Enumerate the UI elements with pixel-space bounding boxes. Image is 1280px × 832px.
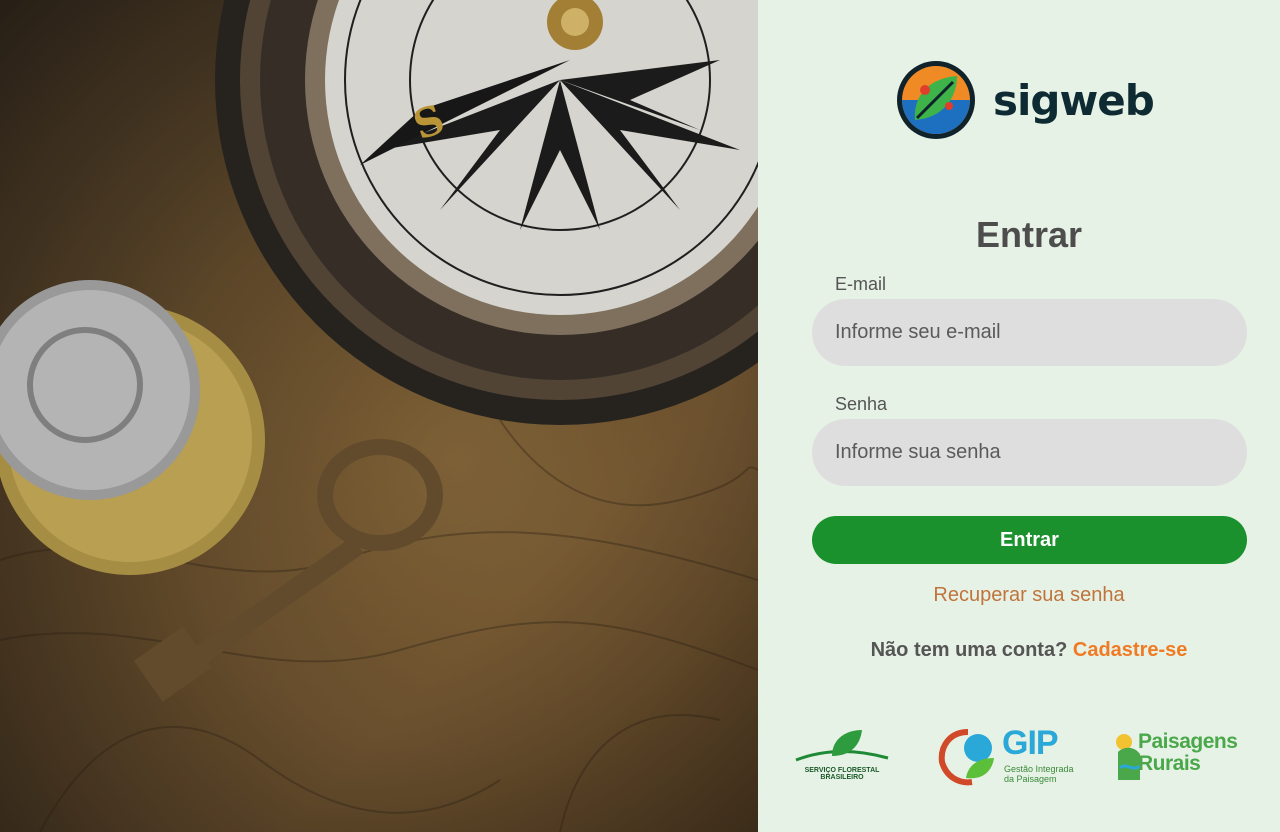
- gip-line2: da Paisagem: [1004, 774, 1057, 784]
- pr-line1: Paisagens: [1138, 730, 1238, 753]
- signup-row: Não tem uma conta? Cadastre-se: [758, 639, 1280, 662]
- recover-password-link[interactable]: Recuperar sua senha: [758, 584, 1280, 607]
- signup-prompt: Não tem uma conta?: [870, 639, 1068, 661]
- gip-line1: Gestão Integrada: [1004, 764, 1074, 774]
- email-field[interactable]: [812, 299, 1247, 366]
- login-panel: sigweb Entrar E-mail Senha Entrar Recupe…: [758, 0, 1280, 832]
- sfb-line2: BRASILEIRO: [820, 774, 864, 781]
- sfb-leaf-icon: [795, 730, 889, 762]
- sfb-logo: SERVIÇO FLORESTAL BRASILEIRO: [792, 728, 892, 788]
- sfb-line1: SERVIÇO FLORESTAL: [804, 767, 880, 774]
- gip-emblem-icon: [938, 729, 994, 786]
- paisagens-rurais-logo: Paisagens Rurais: [1114, 730, 1254, 786]
- pr-line2: Rurais: [1138, 752, 1201, 775]
- email-label: E-mail: [835, 274, 887, 294]
- brand-name: sigweb: [993, 75, 1155, 125]
- partner-logos: SERVIÇO FLORESTAL BRASILEIRO GIP Gestão …: [758, 724, 1280, 788]
- signup-link[interactable]: Cadastre-se: [1073, 639, 1188, 661]
- compass-map-illustration: S: [0, 0, 758, 832]
- login-title: Entrar: [975, 214, 1083, 255]
- login-button[interactable]: Entrar: [812, 516, 1247, 564]
- hero-photo: S: [0, 0, 758, 832]
- sigweb-leaf-logo-icon: [897, 61, 975, 139]
- gip-logo: GIP Gestão Integrada da Paisagem: [938, 724, 1078, 788]
- brand: sigweb: [895, 60, 1155, 140]
- password-label: Senha: [835, 394, 888, 414]
- password-field[interactable]: [812, 419, 1247, 486]
- gip-name: GIP: [1002, 724, 1059, 762]
